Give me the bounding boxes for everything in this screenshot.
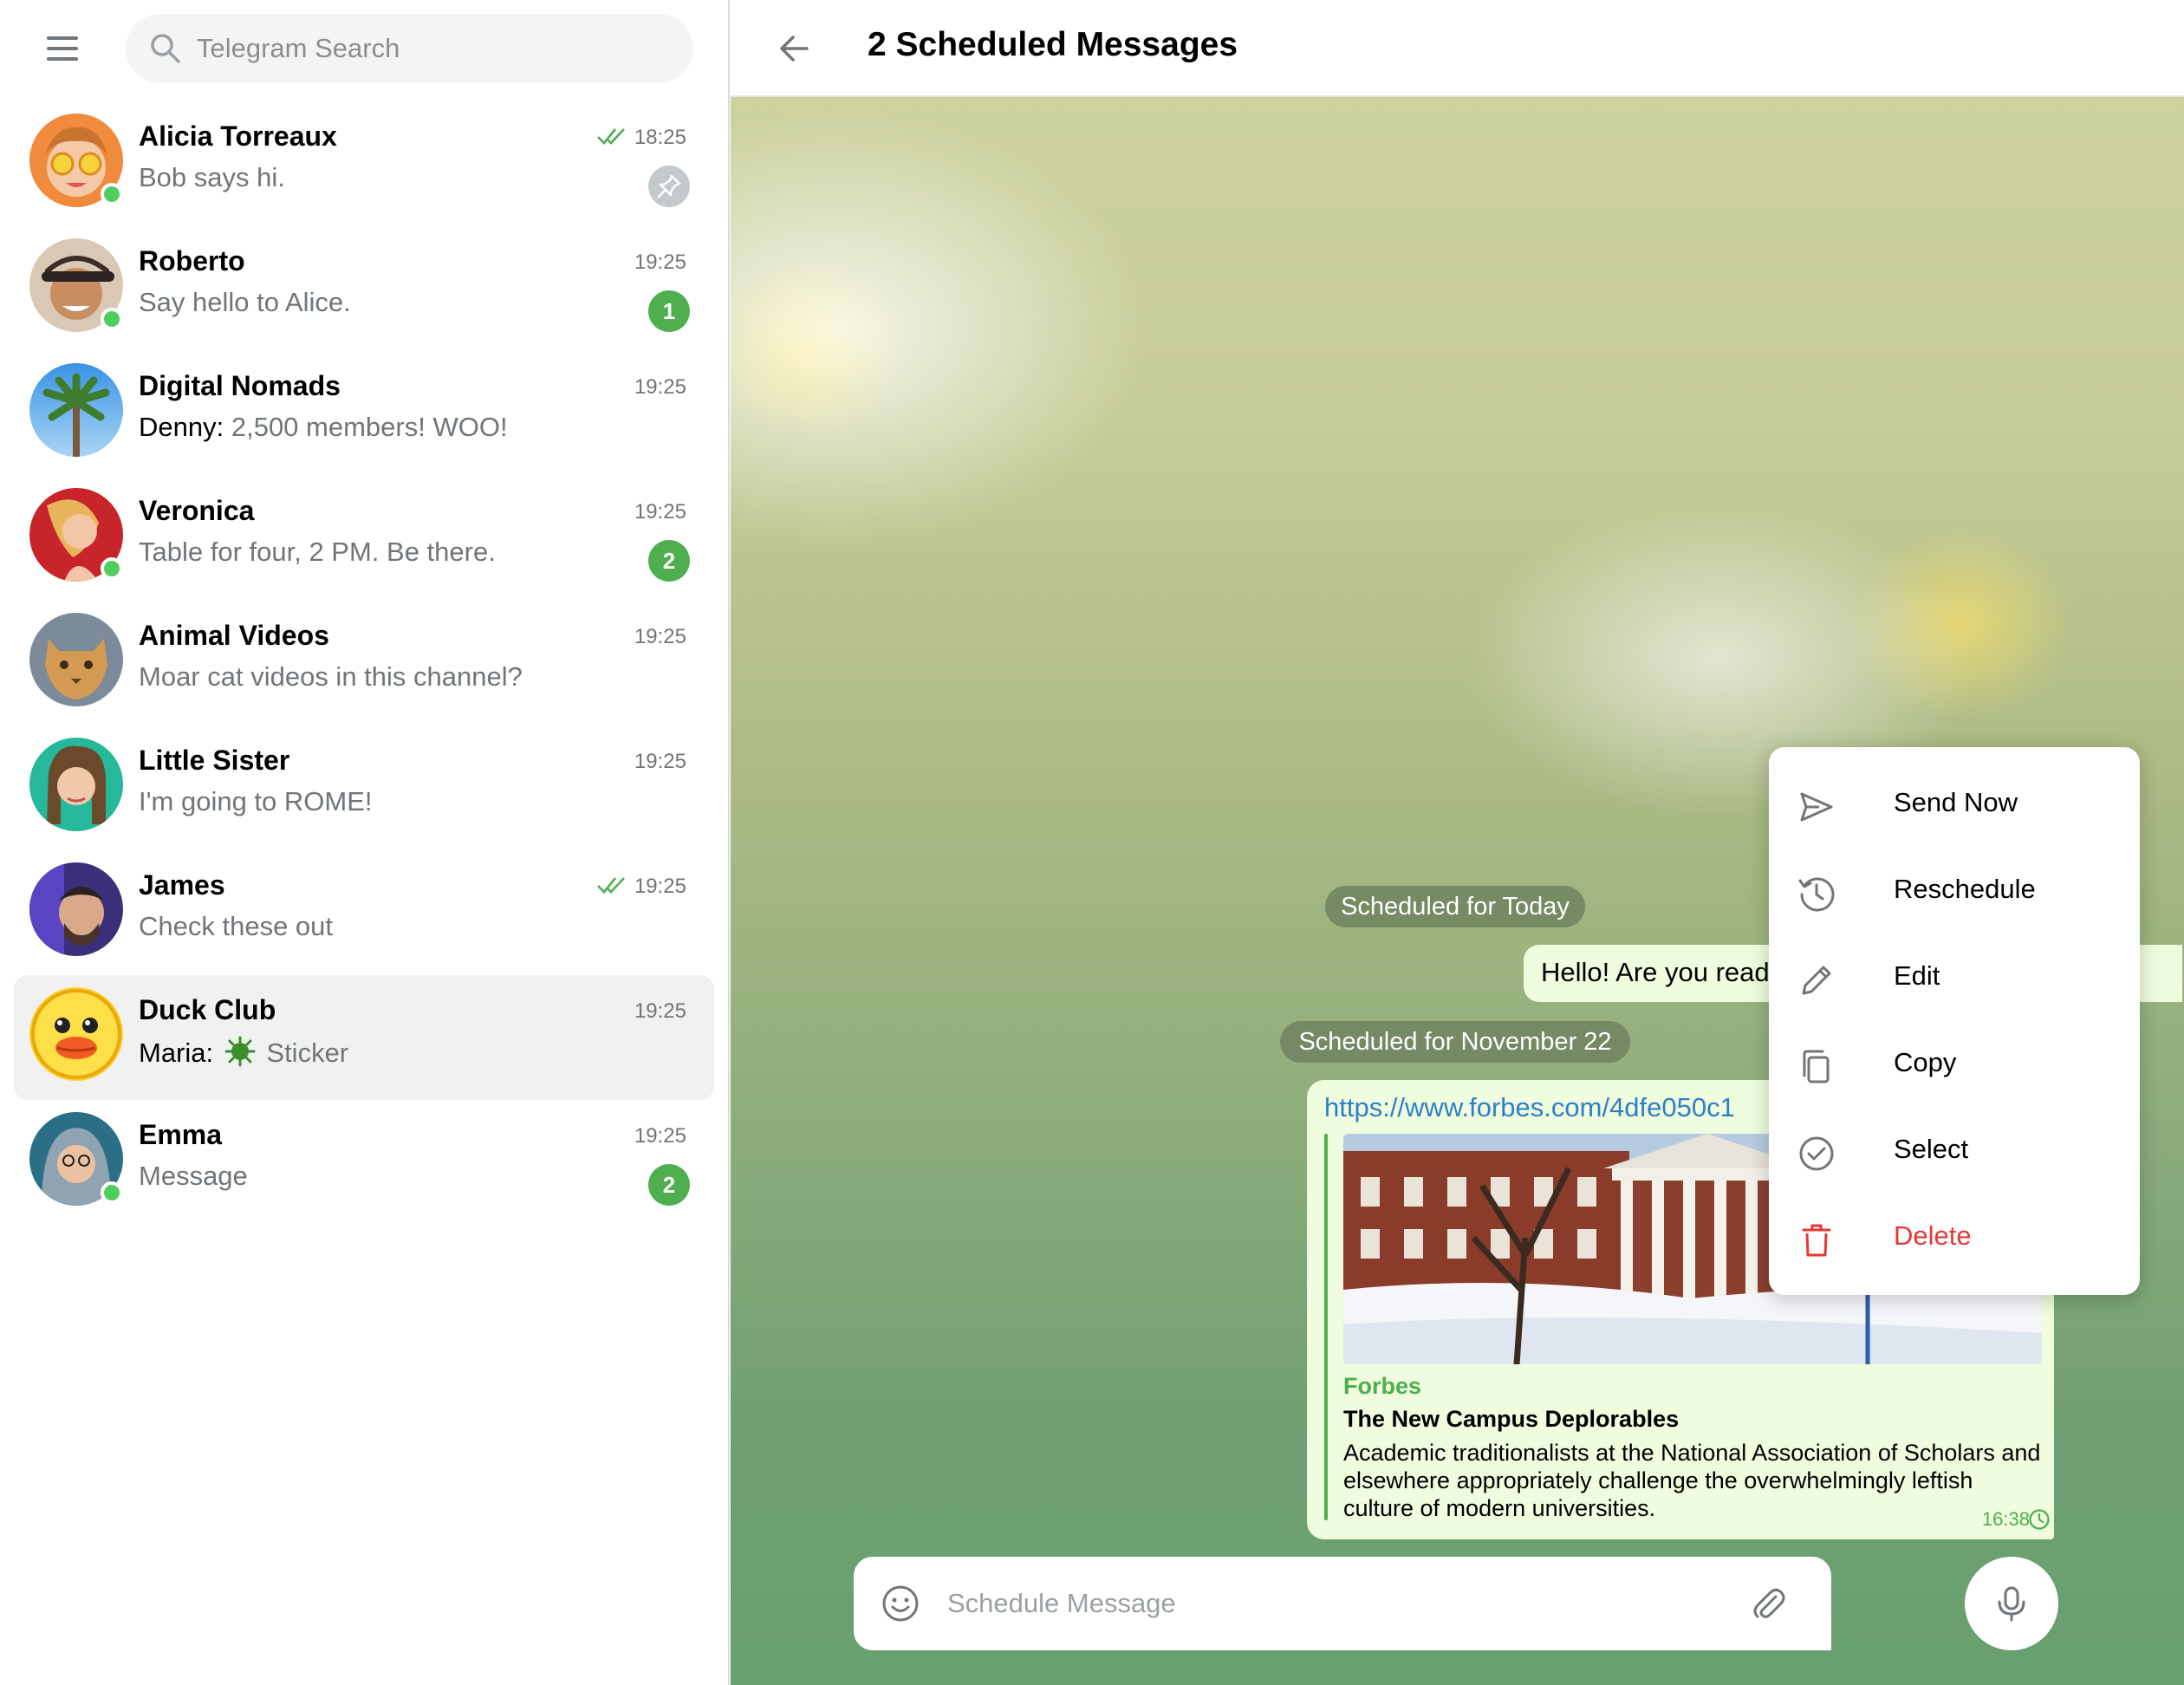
avatar xyxy=(29,987,123,1081)
chat-name: Roberto xyxy=(139,245,245,276)
menu-item-delete[interactable]: Delete xyxy=(1769,1194,2140,1281)
message-context-menu: Send Now Reschedule Edit Copy Select Del… xyxy=(1769,747,2140,1295)
chat-item-duck-club[interactable]: Duck Club Maria: Sticker 19:25 xyxy=(14,975,714,1100)
menu-item-edit[interactable]: Edit xyxy=(1769,934,2140,1021)
chat-time: 19:25 xyxy=(634,375,686,399)
back-arrow-icon[interactable] xyxy=(774,28,816,69)
virus-sticker-icon xyxy=(224,1036,256,1067)
chat-item-veronica[interactable]: Veronica Table for four, 2 PM. Be there.… xyxy=(14,476,714,601)
send-icon xyxy=(1800,792,1833,822)
chat-name: Alicia Torreaux xyxy=(139,120,337,152)
chat-time: 19:25 xyxy=(634,500,686,524)
avatar xyxy=(29,738,123,831)
chat-time: 19:25 xyxy=(634,625,686,648)
chat-time: 18:25 xyxy=(634,126,686,149)
pin-icon xyxy=(648,166,690,207)
menu-item-copy[interactable]: Copy xyxy=(1769,1021,2140,1108)
link-preview-site: Forbes xyxy=(1343,1373,1422,1399)
chat-header: 2 Scheduled Messages xyxy=(731,0,2184,97)
chat-item-animal-videos[interactable]: Animal Videos Moar cat videos in this ch… xyxy=(14,601,714,725)
chat-last-message: Table for four, 2 PM. Be there. xyxy=(139,537,496,567)
online-status-dot xyxy=(101,308,123,330)
message-time: 16:38 xyxy=(1981,1508,2030,1530)
preview-accent-bar xyxy=(1324,1134,1328,1520)
pencil-icon xyxy=(1802,966,1831,995)
chat-item-roberto[interactable]: Roberto Say hello to Alice. 19:25 1 xyxy=(14,226,714,351)
avatar xyxy=(29,613,123,706)
menu-item-select[interactable]: Select xyxy=(1769,1108,2140,1194)
chat-time: 19:25 xyxy=(634,250,686,274)
avatar xyxy=(29,363,123,457)
online-status-dot xyxy=(101,183,123,205)
unread-badge: 2 xyxy=(648,1164,690,1206)
link-preview-description: Academic traditionalists at the National… xyxy=(1343,1440,2041,1521)
message-text: Hello! Are you read xyxy=(1541,957,1770,987)
chat-time: 19:25 xyxy=(634,750,686,773)
microphone-icon xyxy=(1998,1586,2025,1622)
menu-item-label: Reschedule xyxy=(1894,874,2036,904)
chat-last-message: Say hello to Alice. xyxy=(139,287,351,317)
avatar xyxy=(29,862,123,956)
double-check-icon xyxy=(597,128,625,145)
menu-item-label: Copy xyxy=(1894,1047,1957,1077)
emoji-icon[interactable] xyxy=(880,1583,921,1624)
unread-badge: 2 xyxy=(648,540,690,582)
chat-last-message: Moar cat videos in this channel? xyxy=(139,661,523,692)
copy-icon xyxy=(1803,1050,1830,1083)
reschedule-clock-icon xyxy=(1798,877,1835,912)
check-circle-icon xyxy=(1799,1136,1834,1171)
search-icon xyxy=(151,34,180,63)
chat-name: Emma xyxy=(139,1119,223,1150)
search-box[interactable] xyxy=(126,14,693,83)
online-status-dot xyxy=(101,557,123,580)
chat-item-james[interactable]: James Check these out 19:25 xyxy=(14,850,714,975)
chat-last-message: Denny: 2,500 members! WOO! xyxy=(139,412,508,442)
chat-name: Veronica xyxy=(139,495,255,526)
hamburger-menu-icon[interactable] xyxy=(42,31,83,66)
menu-item-label: Edit xyxy=(1894,960,1940,991)
chat-name: Animal Videos xyxy=(139,620,329,651)
chat-last-message: I'm going to ROME! xyxy=(139,786,373,816)
chat-name: Digital Nomads xyxy=(139,370,341,401)
microphone-button[interactable] xyxy=(1965,1557,2058,1650)
date-separator: Scheduled for Today xyxy=(1325,886,1585,927)
chat-time: 19:25 xyxy=(634,1124,686,1148)
chat-panel: 2 Scheduled Messages Scheduled for Today… xyxy=(731,0,2184,1685)
menu-item-send-now[interactable]: Send Now xyxy=(1769,761,2140,848)
menu-item-label: Delete xyxy=(1894,1220,1972,1251)
link-preview-title: The New Campus Deplorables xyxy=(1343,1406,1680,1432)
chat-last-message: Message xyxy=(139,1161,248,1191)
chat-time: 19:25 xyxy=(634,875,686,898)
chat-last-message: Maria: Sticker xyxy=(139,1036,349,1068)
online-status-dot xyxy=(101,1181,123,1204)
trash-icon xyxy=(1802,1224,1831,1257)
unread-badge: 1 xyxy=(648,290,690,332)
message-composer xyxy=(854,1557,1831,1650)
chat-item-alicia-torreaux[interactable]: Alicia Torreaux Bob says hi. 18:25 xyxy=(14,101,714,226)
chat-list-sidebar: Alicia Torreaux Bob says hi. 18:25 xyxy=(0,0,730,1685)
chat-name: Duck Club xyxy=(139,994,276,1025)
message-input[interactable] xyxy=(947,1557,1745,1650)
page-title: 2 Scheduled Messages xyxy=(868,26,1238,63)
date-separator: Scheduled for November 22 xyxy=(1280,1021,1630,1063)
menu-item-reschedule[interactable]: Reschedule xyxy=(1769,848,2140,934)
menu-item-label: Send Now xyxy=(1894,787,2018,817)
message-link[interactable]: https://www.forbes.com/4dfe050c1 xyxy=(1324,1092,1735,1123)
chat-item-emma[interactable]: Emma Message 19:25 2 xyxy=(14,1100,714,1225)
menu-item-label: Select xyxy=(1894,1134,1969,1164)
paperclip-icon[interactable] xyxy=(1748,1583,1788,1623)
chat-last-message: Check these out xyxy=(139,911,334,941)
chat-time: 19:25 xyxy=(634,999,686,1023)
search-input[interactable] xyxy=(197,14,673,83)
chat-name: Little Sister xyxy=(139,745,290,776)
chat-last-message: Bob says hi. xyxy=(139,162,285,192)
chat-item-digital-nomads[interactable]: Digital Nomads Denny: 2,500 members! WOO… xyxy=(14,351,714,476)
chat-list: Alicia Torreaux Bob says hi. 18:25 Rober… xyxy=(0,101,728,1225)
chat-name: James xyxy=(139,869,225,901)
double-check-icon xyxy=(597,877,625,894)
scheduled-clock-icon xyxy=(2029,1509,2050,1530)
chat-item-little-sister[interactable]: Little Sister I'm going to ROME! 19:25 xyxy=(14,725,714,850)
